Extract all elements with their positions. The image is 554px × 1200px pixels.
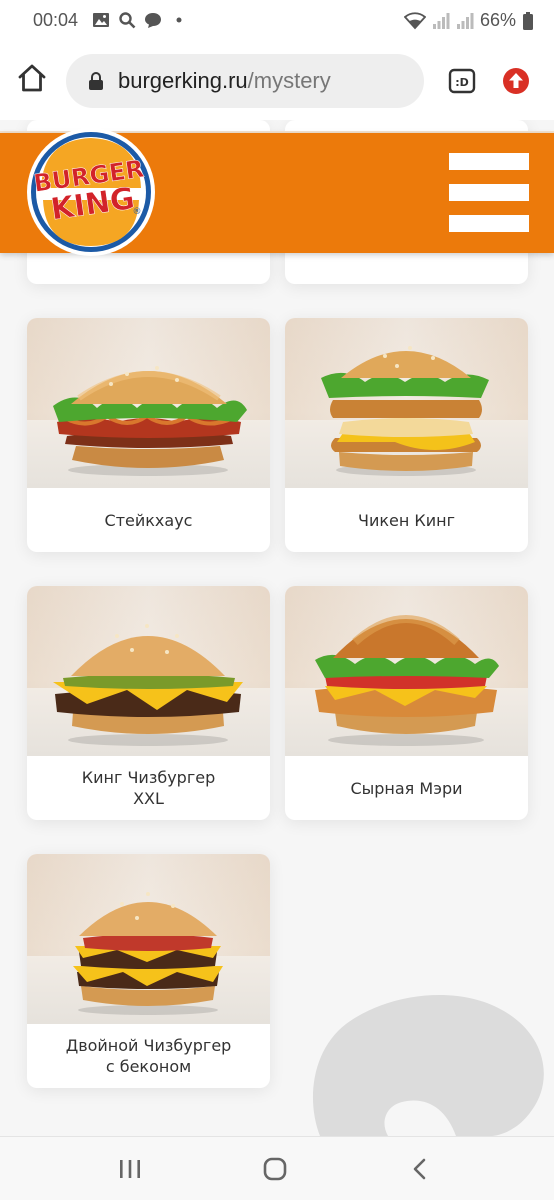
wifi-icon <box>403 11 426 29</box>
chicken-king-burger-image <box>321 346 489 476</box>
menu-card[interactable]: Чикен Кинг <box>285 318 528 552</box>
system-status-icons: 66% <box>403 10 534 31</box>
menu-bar-icon <box>449 153 529 170</box>
browser-toolbar: burgerking.ru/mystery :D <box>0 42 554 120</box>
search-icon <box>119 12 136 29</box>
recent-apps-icon[interactable] <box>116 1157 144 1181</box>
notification-icons <box>92 11 188 29</box>
mystery-question-mark-graphic <box>312 995 544 1136</box>
page-content: Стейкхаус Чикен Кинг Кинг Чизбургер XXL … <box>0 120 554 1136</box>
menu-item-name: Чикен Кинг <box>357 510 456 530</box>
battery-icon <box>523 11 533 30</box>
menu-bar-icon <box>449 215 529 232</box>
menu-card[interactable]: Кинг Чизбургер XXL <box>27 586 270 820</box>
logo-registered-mark: ® <box>133 207 142 217</box>
address-bar[interactable]: burgerking.ru/mystery <box>66 54 424 108</box>
status-time: 00:04 <box>33 10 79 30</box>
cheesy-mary-burger-image <box>315 615 499 746</box>
update-button[interactable] <box>502 67 530 95</box>
home-icon[interactable] <box>261 1157 289 1181</box>
menu-item-name: Кинг Чизбургер XXL <box>81 768 216 808</box>
system-nav-bar <box>0 1136 554 1200</box>
url-path: /mystery <box>247 68 331 93</box>
double-bacon-cheeseburger-image <box>73 892 223 1015</box>
signal-icon <box>432 12 450 29</box>
hamburger-menu-button[interactable] <box>449 153 529 233</box>
lock-icon <box>89 72 103 90</box>
king-cheeseburger-xxl-image <box>53 624 243 746</box>
menu-item-name: Двойной Чизбургер с беконом <box>65 1036 232 1076</box>
dot-icon <box>176 17 182 23</box>
menu-card[interactable]: Сырная Мэри <box>285 586 528 820</box>
menu-card[interactable]: Двойной Чизбургер с беконом <box>27 854 270 1088</box>
back-icon[interactable] <box>406 1157 434 1181</box>
status-bar: 00:04 66% <box>0 0 554 42</box>
steakhouse-burger-image <box>53 366 247 476</box>
battery-percent: 66% <box>479 10 516 30</box>
url-host: burgerking.ru <box>118 68 248 93</box>
tabs-badge: :D <box>455 76 469 89</box>
chat-icon <box>145 13 161 28</box>
menu-bar-icon <box>449 184 529 201</box>
tabs-button[interactable]: :D <box>448 68 476 94</box>
screen: 00:04 66% burgerking.ru/mystery :D Стейк… <box>0 0 554 1200</box>
tabs-icon: :D <box>448 68 476 94</box>
burger-king-logo[interactable]: BURGER KING ® <box>25 126 157 258</box>
image-icon <box>93 13 109 27</box>
home-button[interactable] <box>16 62 48 94</box>
menu-item-name: Сырная Мэри <box>350 778 463 798</box>
menu-card[interactable]: Стейкхаус <box>27 318 270 552</box>
menu-item-name: Стейкхаус <box>104 510 193 530</box>
signal-icon-2 <box>456 12 474 29</box>
